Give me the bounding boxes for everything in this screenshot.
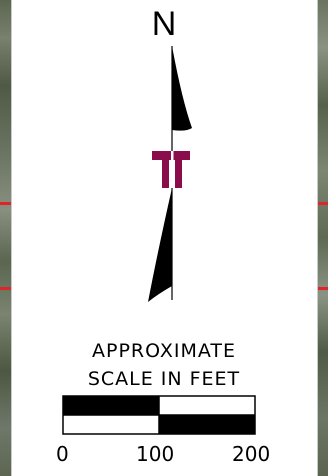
- map-legend-frame: N APPROXIMATE SCALE IN FEET 0 100 200: [0, 0, 328, 476]
- scale-tick-0: 0: [56, 442, 69, 466]
- north-arrow-head: [172, 46, 192, 131]
- scale-tick-200: 200: [232, 442, 271, 466]
- north-arrow-graphic: [62, 46, 256, 435]
- scale-title-line2: SCALE IN FEET: [87, 368, 241, 390]
- scale-segment-bottom-right: [159, 415, 255, 434]
- north-arrow-tail: [148, 188, 172, 302]
- scale-tick-100: 100: [136, 442, 175, 466]
- logo-gap: [171, 151, 174, 188]
- scale-bar-graphic: [62, 395, 256, 435]
- scale-segment-top-left: [63, 396, 159, 415]
- scale-title-line1: APPROXIMATE: [92, 340, 236, 362]
